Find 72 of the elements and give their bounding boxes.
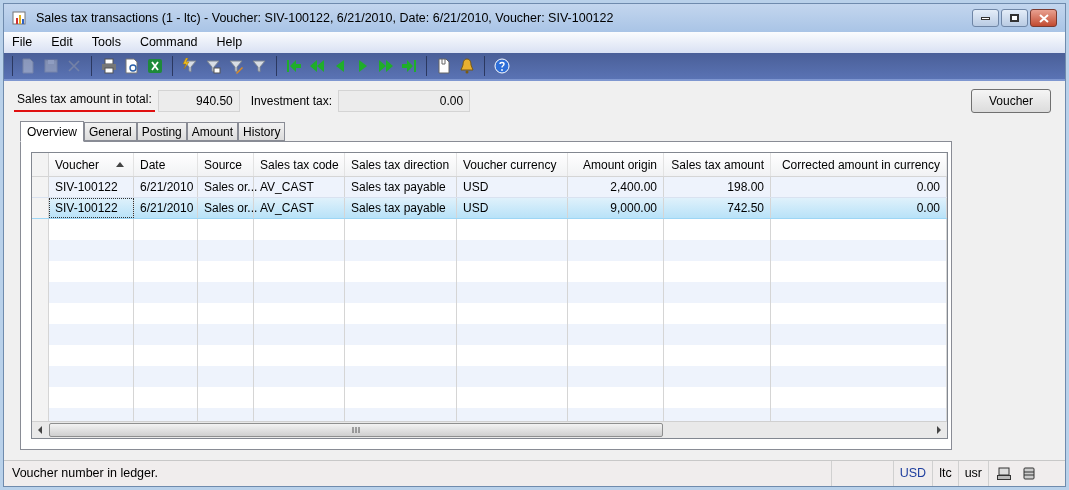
bell-icon[interactable] xyxy=(459,57,475,74)
table-cell: 0.00 xyxy=(771,198,947,218)
database-icon xyxy=(1023,467,1035,480)
table-cell: Sales tax payable xyxy=(345,198,457,218)
funnel-grid-icon[interactable] xyxy=(205,57,221,74)
menu-item[interactable]: Command xyxy=(139,33,198,52)
menu-item[interactable]: Tools xyxy=(91,33,121,52)
readonly-field[interactable]: 0.00 xyxy=(338,90,471,112)
tab[interactable]: History xyxy=(238,122,286,141)
horizontal-scrollbar[interactable] xyxy=(32,421,947,438)
voucher-button[interactable]: Voucher xyxy=(971,89,1051,113)
document-icon[interactable] xyxy=(436,57,452,74)
tab[interactable]: Posting xyxy=(136,122,187,141)
funnel-bolt-icon[interactable] xyxy=(182,57,198,74)
tab[interactable]: Amount xyxy=(186,122,239,141)
status-message: Voucher number in ledger. xyxy=(11,465,159,483)
window-title: Sales tax transactions (1 - ltc) - Voucher: SIV-100122, 6/21/2010, Date: 6/21/2010, Voucher: SIV-100122 xyxy=(36,9,614,27)
app-icon xyxy=(12,10,28,27)
table-row[interactable]: SIV-100122 6/21/2010 Sales or... AV_CAST Sales tax payable USD 2,400.00 198.00 0.00 xyxy=(32,177,947,198)
column-header[interactable]: Voucher xyxy=(49,153,134,176)
row-selector[interactable] xyxy=(32,219,49,240)
table-cell: 6/21/2010 xyxy=(134,177,198,197)
field-label: Investment tax: xyxy=(249,93,334,110)
close-button[interactable] xyxy=(1030,9,1057,28)
sort-ascending-icon xyxy=(116,162,124,167)
funnel-pencil-icon[interactable] xyxy=(228,57,244,74)
table-cell: SIV-100122 xyxy=(49,177,134,197)
table-cell: SIV-100122 xyxy=(49,198,134,218)
tab[interactable]: Overview xyxy=(20,121,84,142)
funnel-icon[interactable] xyxy=(251,57,267,74)
double-right-arrow-icon[interactable] xyxy=(378,57,394,74)
column-header[interactable]: Voucher currency xyxy=(457,153,568,176)
column-header[interactable]: Source xyxy=(198,153,254,176)
status-cell: usr xyxy=(957,461,988,486)
status-cell: ltc xyxy=(932,461,958,486)
column-header[interactable]: Date xyxy=(134,153,198,176)
table-cell: 6/21/2010 xyxy=(134,198,198,218)
spreadsheet-icon[interactable] xyxy=(147,57,163,74)
table-cell: 2,400.00 xyxy=(568,177,664,197)
table-cell: 742.50 xyxy=(664,198,771,218)
column-header[interactable]: Sales tax code xyxy=(254,153,345,176)
table-cell: USD xyxy=(457,177,568,197)
menu-item[interactable]: File xyxy=(12,33,33,52)
readonly-field[interactable]: 940.50 xyxy=(157,90,240,112)
close-icon xyxy=(1038,13,1049,23)
table-cell: 198.00 xyxy=(664,177,771,197)
scrollbar-thumb[interactable] xyxy=(49,423,663,437)
preview-icon[interactable] xyxy=(124,57,140,74)
field-label: Sales tax amount in total: xyxy=(14,90,155,112)
column-header[interactable]: Sales tax direction xyxy=(345,153,457,176)
table-cell: 0.00 xyxy=(771,177,947,197)
column-header[interactable]: Corrected amount in currency xyxy=(771,153,947,176)
double-left-arrow-icon[interactable] xyxy=(309,57,325,74)
tab[interactable]: General xyxy=(84,122,137,141)
last-record-icon[interactable] xyxy=(401,57,417,74)
table-cell: USD xyxy=(457,198,568,218)
row-selector[interactable] xyxy=(32,198,49,218)
help-icon[interactable] xyxy=(494,57,510,74)
computer-icon xyxy=(997,467,1011,480)
table-cell: Sales tax payable xyxy=(345,177,457,197)
printer-icon[interactable] xyxy=(101,57,117,74)
table-row[interactable]: SIV-100122 6/21/2010 Sales or... AV_CAST Sales tax payable USD 9,000.00 742.50 0.00 xyxy=(32,198,947,219)
status-cell: USD xyxy=(892,461,933,486)
column-header[interactable]: Sales tax amount xyxy=(664,153,771,176)
menu-item[interactable]: Help xyxy=(216,33,243,52)
minimize-button[interactable] xyxy=(972,9,999,28)
column-header[interactable]: Amount origin xyxy=(568,153,664,176)
table-cell: 9,000.00 xyxy=(568,198,664,218)
first-record-icon[interactable] xyxy=(286,57,302,74)
row-selector[interactable] xyxy=(32,177,49,197)
menu-item[interactable]: Edit xyxy=(51,33,73,52)
maximize-button[interactable] xyxy=(1001,9,1028,28)
